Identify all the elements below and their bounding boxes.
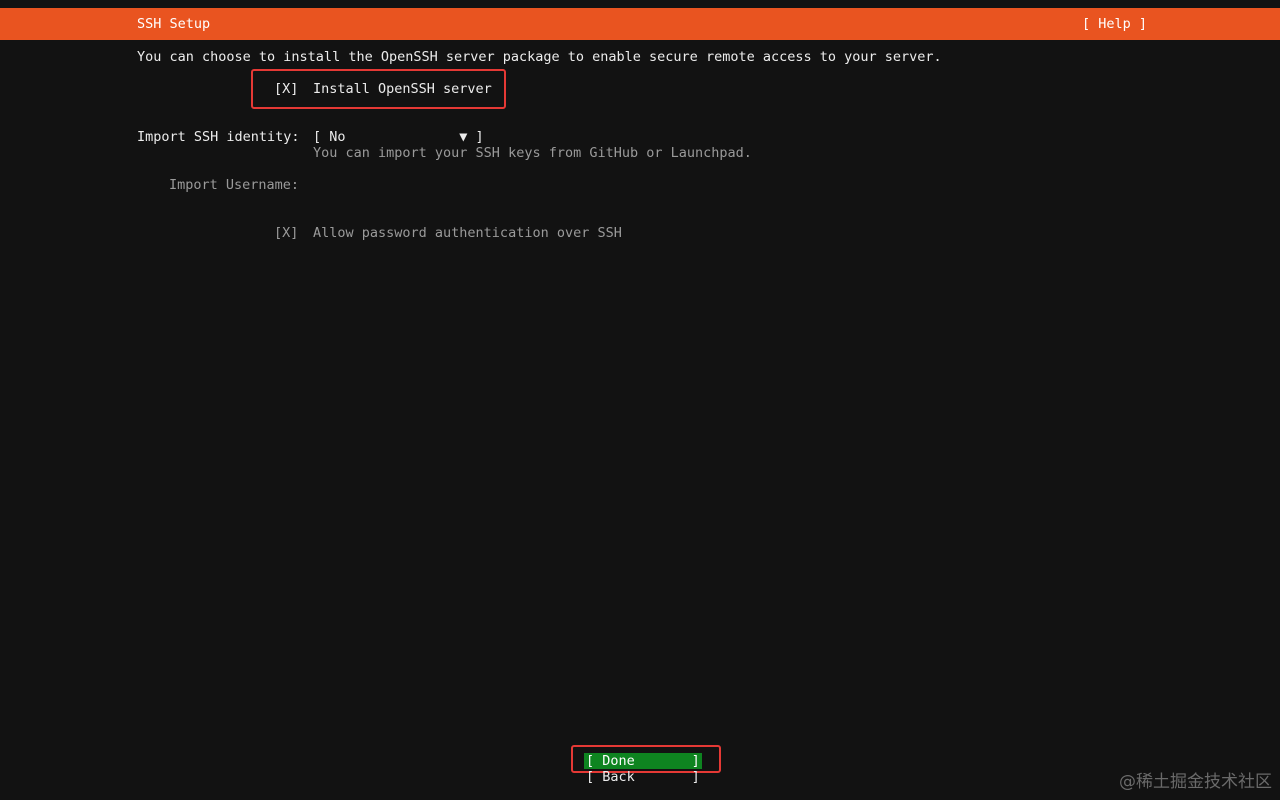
import-username-label: Import Username: — [169, 177, 300, 193]
import-identity-select[interactable]: [ No ▼ ] — [313, 129, 484, 145]
top-strip — [0, 0, 1280, 8]
import-identity-label: Import SSH identity: — [137, 129, 300, 145]
description-text: You can choose to install the OpenSSH se… — [137, 49, 942, 65]
watermark: @稀土掘金技术社区 — [1119, 772, 1272, 792]
import-identity-help: You can import your SSH keys from GitHub… — [313, 145, 752, 161]
install-openssh-checkbox[interactable]: [X] — [274, 81, 298, 97]
back-button[interactable]: [ Back ] — [586, 769, 700, 785]
header-bar: SSH Setup [ Help ] — [0, 8, 1280, 40]
help-button[interactable]: [ Help ] — [1082, 16, 1147, 32]
allow-password-checkbox[interactable]: [X] — [274, 225, 298, 241]
done-button[interactable]: [ Done ] — [584, 753, 702, 769]
page-title: SSH Setup — [137, 16, 211, 32]
install-openssh-label[interactable]: Install OpenSSH server — [313, 81, 492, 97]
allow-password-label[interactable]: Allow password authentication over SSH — [313, 225, 622, 241]
